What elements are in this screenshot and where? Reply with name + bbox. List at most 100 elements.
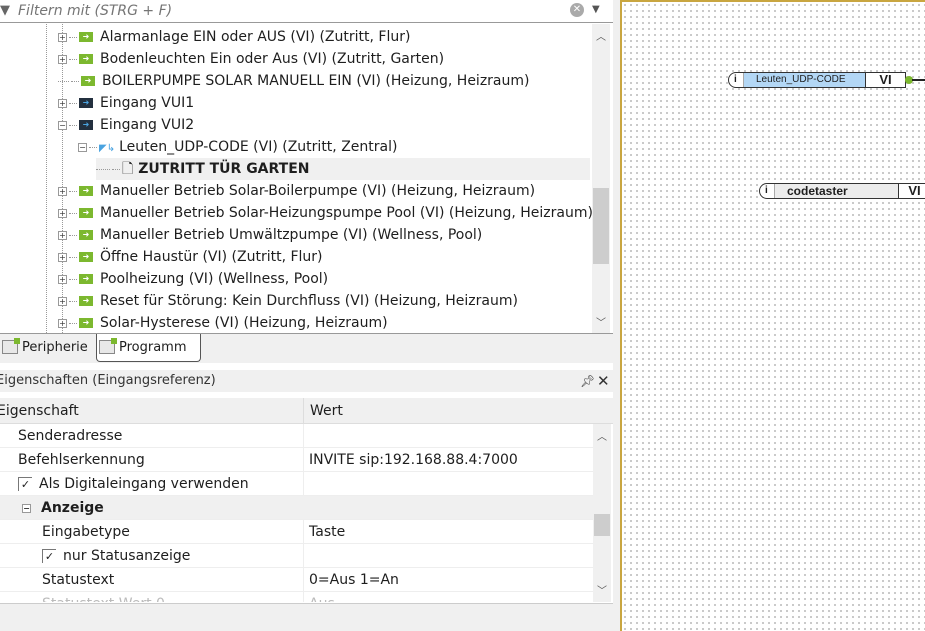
- tree-item[interactable]: + ➜ Alarmanlage EIN oder AUS (VI) (Zutritt…: [58, 26, 410, 48]
- expand-icon[interactable]: +: [58, 230, 67, 240]
- properties-scrollbar[interactable]: ︿ ﹀: [593, 424, 611, 602]
- tree-item[interactable]: + ➜ Reset für Störung: Kein Durchfluss (VI…: [58, 290, 518, 312]
- column-header-property: Eigenschaft: [0, 403, 79, 419]
- tree-item[interactable]: + ➜ Öffne Haustür (VI) (Zutritt, Flur): [58, 246, 323, 268]
- expand-icon[interactable]: +: [58, 98, 67, 108]
- property-value[interactable]: [303, 472, 309, 496]
- tree-connector: [69, 234, 77, 236]
- scrollbar-thumb[interactable]: [594, 514, 610, 536]
- expand-icon[interactable]: +: [58, 296, 67, 306]
- tree-item-label: ZUTRITT TÜR GARTEN: [138, 161, 310, 177]
- collapse-icon[interactable]: −: [58, 120, 67, 130]
- tree-item[interactable]: − ◤↳ Leuten_UDP-CODE (VI) (Zutritt, Zentra…: [78, 136, 397, 158]
- property-value[interactable]: INVITE sip:192.168.88.4:7000: [303, 448, 518, 472]
- property-row[interactable]: − Anzeige: [0, 496, 593, 520]
- scroll-up-icon[interactable]: ︿: [596, 28, 606, 43]
- pin-icon[interactable]: 📌︎: [580, 370, 595, 392]
- filter-bar: ▼ ✕ ▼: [0, 0, 613, 23]
- expand-icon[interactable]: +: [58, 208, 67, 218]
- scroll-down-icon[interactable]: ﹀: [597, 582, 607, 597]
- checkbox[interactable]: ✓: [42, 549, 56, 563]
- tree-item[interactable]: − ➜ Eingang VUI2: [58, 114, 194, 136]
- block-name: codetaster: [774, 184, 898, 198]
- property-row[interactable]: Senderadresse: [0, 424, 593, 448]
- virtual-input-icon: ➜: [79, 186, 93, 196]
- property-row[interactable]: ✓ Als Digitaleingang verwenden: [0, 472, 593, 496]
- expand-icon[interactable]: +: [58, 252, 67, 262]
- property-value[interactable]: Taste: [303, 520, 345, 544]
- virtual-input-icon: ➜: [79, 274, 93, 284]
- properties-grid: Senderadresse Befehlserkennung INVITE sip:…: [0, 424, 613, 602]
- close-icon[interactable]: ✕: [597, 370, 610, 392]
- document-icon: 🗋︎: [122, 161, 134, 177]
- tree-item[interactable]: + ➜ Manueller Betrieb Solar-Heizungspumpe …: [58, 202, 593, 224]
- property-row[interactable]: Statustext Wert 0 Aus: [0, 592, 593, 602]
- scroll-down-icon[interactable]: ﹀: [596, 314, 606, 329]
- collapse-icon[interactable]: −: [22, 503, 31, 513]
- tree-item[interactable]: + ➜ Bodenleuchten Ein oder Aus (VI) (Zutri…: [58, 48, 444, 70]
- property-value[interactable]: 0=Aus 1=An: [303, 568, 399, 592]
- tree-connector: [69, 190, 77, 192]
- filter-icon: ▼: [0, 3, 10, 18]
- property-name: Senderadresse: [18, 428, 123, 444]
- expand-icon[interactable]: +: [58, 54, 67, 64]
- tree-connector: [112, 168, 120, 170]
- collapse-icon[interactable]: −: [78, 142, 87, 152]
- tree-item-label: Manueller Betrieb Umwältzpumpe (VI) (Wel…: [100, 227, 483, 243]
- expand-icon[interactable]: +: [58, 274, 67, 284]
- clear-filter-icon[interactable]: ✕: [570, 3, 584, 17]
- tree-connector: [96, 168, 110, 170]
- block-codetaster[interactable]: i codetaster VI: [759, 183, 925, 199]
- virtual-input-icon: ➜: [79, 252, 93, 262]
- tab-peripherie[interactable]: Peripherie: [0, 334, 94, 362]
- block-leuten-udp-code[interactable]: i Leuten_UDP-CODE VI: [728, 72, 906, 88]
- tree-item-label: Manueller Betrieb Solar-Boilerpumpe (VI)…: [100, 183, 536, 199]
- tree-item[interactable]: 🗋︎ ZUTRITT TÜR GARTEN: [96, 158, 590, 180]
- tree-item[interactable]: + ➜ Solar-Hysterese (VI) (Heizung, Heizrau…: [58, 312, 388, 333]
- tree-item[interactable]: + ➜ Poolheizung (VI) (Wellness, Pool): [58, 268, 328, 290]
- program-canvas[interactable]: i Leuten_UDP-CODE VI i codetaster VI: [620, 0, 925, 631]
- tree-item-label: Öffne Haustür (VI) (Zutritt, Flur): [100, 249, 323, 265]
- expand-icon[interactable]: +: [58, 186, 67, 196]
- tree-item-label: Bodenleuchten Ein oder Aus (VI) (Zutritt…: [100, 51, 445, 67]
- virtual-input-icon: ➜: [79, 230, 93, 240]
- tree-item[interactable]: + ➜ Manueller Betrieb Solar-Boilerpumpe (V…: [58, 180, 535, 202]
- tree-item[interactable]: ➜ BOILERPUMPE SOLAR MANUELL EIN (VI) (Hei…: [58, 70, 529, 92]
- virtual-input-icon: ➜: [81, 76, 95, 86]
- property-row[interactable]: Statustext 0=Aus 1=An: [0, 568, 593, 592]
- info-icon: i: [765, 185, 768, 196]
- property-value[interactable]: [303, 424, 309, 448]
- property-row[interactable]: Befehlserkennung INVITE sip:192.168.88.4:…: [0, 448, 593, 472]
- tree-item[interactable]: + ➜ Eingang VUI1: [58, 92, 194, 114]
- tree-connector: [69, 322, 77, 324]
- tree-item-label: Alarmanlage EIN oder AUS (VI) (Zutritt, …: [100, 29, 411, 45]
- properties-header: Eigenschaft Wert: [0, 398, 613, 424]
- tree-item[interactable]: + ➜ Manueller Betrieb Umwältzpumpe (VI) (W…: [58, 224, 482, 246]
- virtual-input-icon: ➜: [79, 318, 93, 328]
- input-icon: ➜: [79, 120, 93, 130]
- filter-dropdown-icon[interactable]: ▼: [592, 4, 600, 15]
- tree-scrollbar[interactable]: ︿ ﹀: [592, 24, 610, 333]
- property-value[interactable]: [303, 544, 309, 568]
- property-value[interactable]: Aus: [303, 592, 335, 602]
- splitter[interactable]: [613, 0, 620, 631]
- tree-connector: [58, 80, 69, 82]
- scrollbar-thumb[interactable]: [593, 188, 609, 264]
- filter-input[interactable]: [18, 2, 558, 20]
- property-name: Eingabetype: [42, 524, 130, 540]
- tree-connector: [89, 146, 97, 148]
- tree-item-label: Poolheizung (VI) (Wellness, Pool): [100, 271, 329, 287]
- tab-programm[interactable]: Programm: [96, 334, 201, 362]
- block-type: VI: [898, 184, 925, 198]
- tree-item-label: Manueller Betrieb Solar-Heizungspumpe Po…: [100, 205, 593, 221]
- expand-icon[interactable]: +: [58, 318, 67, 328]
- expand-icon[interactable]: +: [58, 32, 67, 42]
- property-row[interactable]: Eingabetype Taste: [0, 520, 593, 544]
- block-type: VI: [865, 73, 905, 87]
- property-row[interactable]: ✓ nur Statusanzeige: [0, 544, 593, 568]
- virtual-input-icon: ➜: [79, 32, 93, 42]
- scroll-up-icon[interactable]: ︿: [597, 428, 607, 443]
- peripherie-icon: [2, 338, 20, 354]
- input-icon: ➜: [79, 98, 93, 108]
- checkbox[interactable]: ✓: [18, 477, 32, 491]
